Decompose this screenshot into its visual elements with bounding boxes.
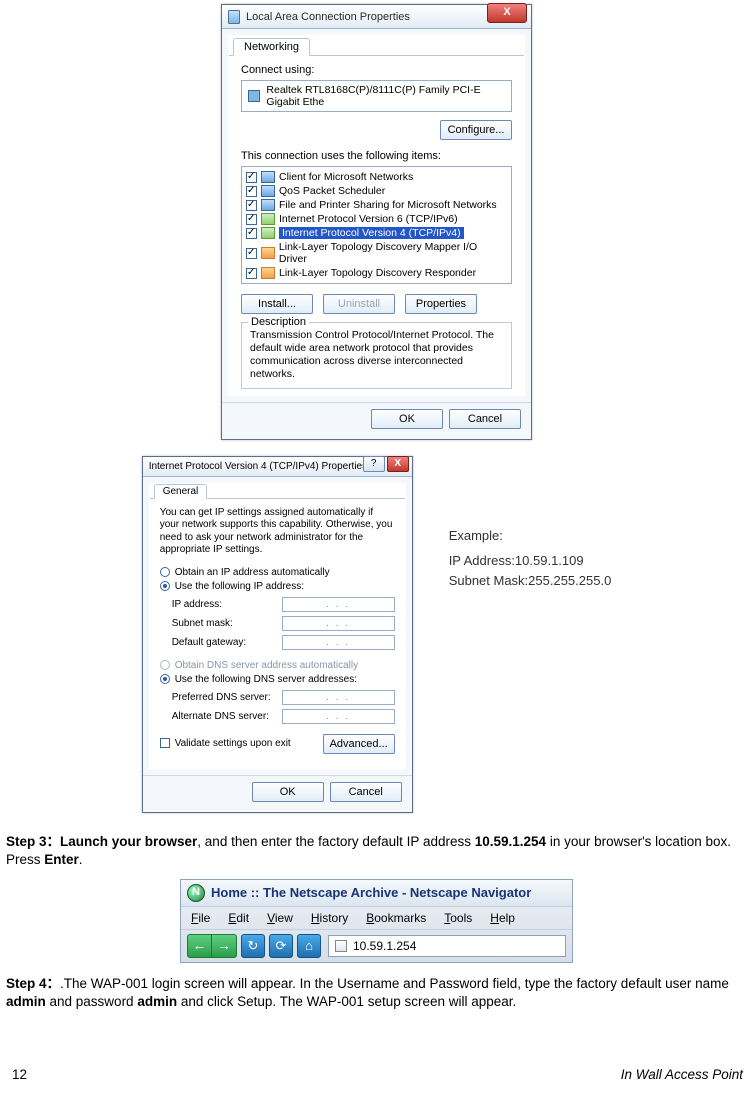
menu-history[interactable]: History bbox=[311, 911, 348, 925]
items-label: This connection uses the following items… bbox=[241, 150, 512, 162]
checkbox[interactable] bbox=[246, 228, 257, 239]
stop-button[interactable]: ⟳ bbox=[269, 934, 293, 958]
step3-text: Step 3：Launch your browser, and then ent… bbox=[6, 833, 747, 869]
checkbox[interactable] bbox=[246, 172, 257, 183]
gateway-input[interactable]: . . . bbox=[282, 635, 395, 650]
close-button[interactable]: X bbox=[487, 3, 527, 23]
step4-text: Step 4：.The WAP-001 login screen will ap… bbox=[6, 975, 747, 1011]
install-button[interactable]: Install... bbox=[241, 294, 313, 314]
description-text: Transmission Control Protocol/Internet P… bbox=[250, 329, 503, 382]
browser-titlebar[interactable]: Home :: The Netscape Archive - Netscape … bbox=[181, 880, 572, 906]
page-footer: 12 In Wall Access Point bbox=[12, 1067, 743, 1082]
cancel-button[interactable]: Cancel bbox=[330, 782, 402, 802]
radio-auto-dns bbox=[160, 660, 170, 670]
list-item[interactable]: QoS Packet Scheduler bbox=[244, 184, 509, 198]
description-group: Description Transmission Control Protoco… bbox=[241, 322, 512, 389]
ok-button[interactable]: OK bbox=[371, 409, 443, 429]
alt-dns-input[interactable]: . . . bbox=[282, 709, 395, 724]
checkbox[interactable] bbox=[246, 268, 257, 279]
connect-using-label: Connect using: bbox=[241, 64, 512, 76]
dialog2-title: Internet Protocol Version 4 (TCP/IPv4) P… bbox=[149, 461, 367, 472]
list-item[interactable]: Link-Layer Topology Discovery Mapper I/O… bbox=[244, 240, 509, 266]
menu-edit[interactable]: Edit bbox=[228, 911, 249, 925]
ipv4-properties-dialog: Internet Protocol Version 4 (TCP/IPv4) P… bbox=[142, 456, 413, 813]
close-button[interactable]: X bbox=[387, 456, 409, 472]
list-item[interactable]: Link-Layer Topology Discovery Responder bbox=[244, 266, 509, 280]
menu-bookmarks[interactable]: Bookmarks bbox=[366, 911, 426, 925]
list-item-selected[interactable]: Internet Protocol Version 4 (TCP/IPv4) bbox=[244, 226, 509, 240]
protocol-icon bbox=[261, 247, 275, 259]
advanced-button[interactable]: Advanced... bbox=[323, 734, 395, 754]
components-listbox[interactable]: Client for Microsoft Networks QoS Packet… bbox=[241, 166, 512, 284]
tab-general[interactable]: General bbox=[154, 484, 208, 499]
protocol-icon bbox=[261, 213, 275, 225]
example-text-block: Example: IP Address:10.59.1.109 Subnet M… bbox=[449, 456, 612, 591]
validate-checkbox[interactable] bbox=[160, 738, 170, 748]
service-icon bbox=[261, 199, 275, 211]
cancel-button[interactable]: Cancel bbox=[449, 409, 521, 429]
address-text: 10.59.1.254 bbox=[353, 939, 416, 953]
dialog1-title: Local Area Connection Properties bbox=[246, 11, 410, 23]
checkbox[interactable] bbox=[246, 248, 257, 259]
home-button[interactable]: ⌂ bbox=[297, 934, 321, 958]
help-button[interactable]: ? bbox=[363, 456, 385, 472]
example-subnet: Subnet Mask:255.255.255.0 bbox=[449, 571, 612, 591]
menu-tools[interactable]: Tools bbox=[444, 911, 472, 925]
checkbox[interactable] bbox=[246, 186, 257, 197]
subnet-label: Subnet mask: bbox=[172, 618, 282, 629]
adapter-field[interactable]: Realtek RTL8168C(P)/8111C(P) Family PCI-… bbox=[241, 80, 512, 112]
forward-button[interactable]: → bbox=[212, 935, 236, 957]
back-button[interactable]: ← bbox=[188, 935, 212, 957]
client-icon bbox=[261, 171, 275, 183]
pref-dns-label: Preferred DNS server: bbox=[172, 692, 282, 703]
subnet-input[interactable]: . . . bbox=[282, 616, 395, 631]
menu-file[interactable]: File bbox=[191, 911, 210, 925]
service-icon bbox=[261, 185, 275, 197]
adapter-icon bbox=[248, 90, 260, 102]
configure-button[interactable]: Configure... bbox=[440, 120, 512, 140]
checkbox[interactable] bbox=[246, 200, 257, 211]
list-item[interactable]: File and Printer Sharing for Microsoft N… bbox=[244, 198, 509, 212]
browser-window: Home :: The Netscape Archive - Netscape … bbox=[180, 879, 573, 963]
protocol-icon bbox=[261, 227, 275, 239]
tab-networking[interactable]: Networking bbox=[233, 38, 310, 56]
protocol-icon bbox=[261, 267, 275, 279]
checkbox[interactable] bbox=[246, 214, 257, 225]
browser-menubar: File Edit View History Bookmarks Tools H… bbox=[181, 906, 572, 930]
netscape-icon bbox=[187, 884, 205, 902]
list-item[interactable]: Client for Microsoft Networks bbox=[244, 170, 509, 184]
ok-button[interactable]: OK bbox=[252, 782, 324, 802]
footer-title: In Wall Access Point bbox=[621, 1067, 743, 1082]
adapter-text: Realtek RTL8168C(P)/8111C(P) Family PCI-… bbox=[266, 84, 505, 108]
radio-use-dns[interactable] bbox=[160, 674, 170, 684]
dialog1-titlebar[interactable]: Local Area Connection Properties X bbox=[222, 5, 531, 29]
local-area-connection-dialog: Local Area Connection Properties X Netwo… bbox=[221, 4, 532, 440]
browser-toolbar: ← → ↻ ⟳ ⌂ 10.59.1.254 bbox=[181, 930, 572, 962]
example-heading: Example: bbox=[449, 526, 612, 546]
pref-dns-input[interactable]: . . . bbox=[282, 690, 395, 705]
radio-auto-ip[interactable] bbox=[160, 567, 170, 577]
gateway-label: Default gateway: bbox=[172, 637, 282, 648]
example-ip: IP Address:10.59.1.109 bbox=[449, 551, 612, 571]
dialog2-titlebar[interactable]: Internet Protocol Version 4 (TCP/IPv4) P… bbox=[143, 457, 412, 477]
ip-address-label: IP address: bbox=[172, 599, 282, 610]
description-title: Description bbox=[248, 316, 309, 328]
reload-button[interactable]: ↻ bbox=[241, 934, 265, 958]
radio-use-ip[interactable] bbox=[160, 581, 170, 591]
properties-button[interactable]: Properties bbox=[405, 294, 477, 314]
ip-address-input[interactable]: . . . bbox=[282, 597, 395, 612]
page-number: 12 bbox=[12, 1067, 27, 1082]
address-bar[interactable]: 10.59.1.254 bbox=[328, 935, 566, 957]
alt-dns-label: Alternate DNS server: bbox=[172, 711, 282, 722]
favicon-icon bbox=[335, 940, 347, 952]
network-adapter-icon bbox=[228, 10, 240, 24]
ipv4-info-text: You can get IP settings assigned automat… bbox=[160, 507, 395, 557]
browser-title: Home :: The Netscape Archive - Netscape … bbox=[211, 885, 531, 900]
uninstall-button: Uninstall bbox=[323, 294, 395, 314]
menu-view[interactable]: View bbox=[267, 911, 293, 925]
list-item[interactable]: Internet Protocol Version 6 (TCP/IPv6) bbox=[244, 212, 509, 226]
menu-help[interactable]: Help bbox=[490, 911, 515, 925]
